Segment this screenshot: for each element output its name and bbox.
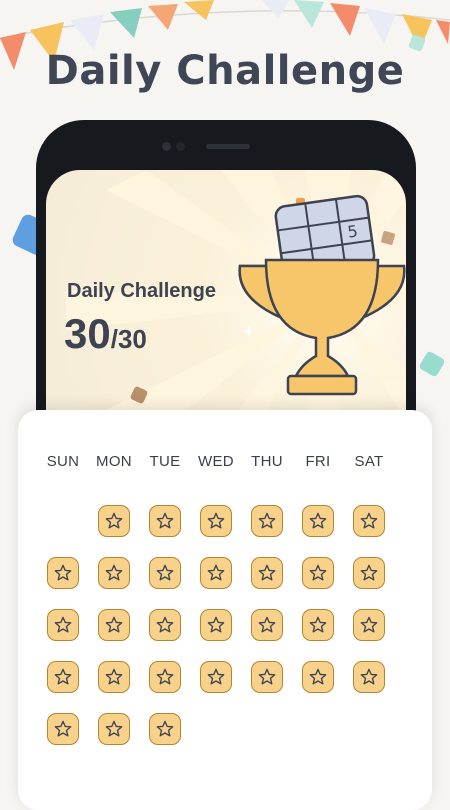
completed-day-star[interactable] xyxy=(200,557,232,589)
completed-day-star[interactable] xyxy=(149,609,181,641)
star-icon xyxy=(156,616,174,633)
star-icon xyxy=(105,512,123,529)
calendar-card: SUN MON TUE WED THU FRI SAT xyxy=(18,410,432,810)
completed-day-star[interactable] xyxy=(251,609,283,641)
star-icon xyxy=(156,512,174,529)
completed-day-star[interactable] xyxy=(302,505,334,537)
star-icon xyxy=(105,616,123,633)
weekday-label: TUE xyxy=(149,453,181,470)
phone-screen: ✦ 5 Daily Challenge 30/30 xyxy=(46,170,406,450)
completed-day-star[interactable] xyxy=(251,505,283,537)
star-icon xyxy=(360,564,378,581)
completed-day-star[interactable] xyxy=(98,661,130,693)
star-icon xyxy=(105,564,123,581)
score-total: /30 xyxy=(110,324,147,354)
star-icon xyxy=(207,668,225,685)
star-icon xyxy=(258,616,276,633)
completed-day-star[interactable] xyxy=(353,661,385,693)
completed-day-star[interactable] xyxy=(149,713,181,745)
star-icon xyxy=(360,668,378,685)
challenge-score: 30/30 xyxy=(64,310,147,358)
page-headline: Daily Challenge xyxy=(45,48,405,94)
star-icon xyxy=(54,616,72,633)
star-icon xyxy=(156,720,174,737)
phone-mockup: ✦ 5 Daily Challenge 30/30 xyxy=(36,120,416,450)
weekday-label: MON xyxy=(96,453,132,470)
completed-day-star[interactable] xyxy=(353,609,385,641)
completed-day-star[interactable] xyxy=(98,609,130,641)
completed-day-star[interactable] xyxy=(149,661,181,693)
weekday-label: WED xyxy=(198,453,234,470)
completed-day-star[interactable] xyxy=(302,661,334,693)
star-icon xyxy=(105,668,123,685)
completed-day-star[interactable] xyxy=(149,557,181,589)
weekday-label: SAT xyxy=(354,453,384,470)
star-icon xyxy=(207,564,225,581)
weekday-label: THU xyxy=(251,453,283,470)
completed-day-star[interactable] xyxy=(251,557,283,589)
star-icon xyxy=(258,512,276,529)
star-icon xyxy=(309,564,327,581)
score-completed: 30 xyxy=(64,310,111,357)
star-icon xyxy=(105,720,123,737)
completed-day-star[interactable] xyxy=(200,505,232,537)
completed-day-star[interactable] xyxy=(200,609,232,641)
star-icon xyxy=(156,668,174,685)
completed-day-star[interactable] xyxy=(302,609,334,641)
completed-day-star[interactable] xyxy=(353,505,385,537)
star-icon xyxy=(156,564,174,581)
star-icon xyxy=(207,512,225,529)
star-icon xyxy=(360,512,378,529)
completed-day-star[interactable] xyxy=(149,505,181,537)
camera-icon xyxy=(162,142,171,151)
star-icon xyxy=(309,668,327,685)
teal-diamond-decoration xyxy=(418,350,446,378)
screen-title: Daily Challenge xyxy=(67,280,216,302)
completed-day-star[interactable] xyxy=(200,661,232,693)
completed-day-star[interactable] xyxy=(47,609,79,641)
weekday-label: SUN xyxy=(46,453,80,470)
star-icon xyxy=(360,616,378,633)
sensor-icon xyxy=(176,142,185,151)
star-icon xyxy=(54,668,72,685)
star-icon xyxy=(54,564,72,581)
speaker-grille xyxy=(206,144,250,149)
star-icon xyxy=(309,616,327,633)
star-icon xyxy=(258,564,276,581)
completed-day-star[interactable] xyxy=(353,557,385,589)
weekday-label: FRI xyxy=(305,453,331,470)
completed-day-star[interactable] xyxy=(47,713,79,745)
completed-day-star[interactable] xyxy=(251,661,283,693)
star-icon xyxy=(207,616,225,633)
completed-day-star[interactable] xyxy=(98,713,130,745)
trophy-icon: 5 xyxy=(238,194,406,396)
completed-day-star[interactable] xyxy=(302,557,334,589)
star-icon xyxy=(54,720,72,737)
completed-day-star[interactable] xyxy=(47,557,79,589)
completed-day-star[interactable] xyxy=(98,557,130,589)
completed-day-star[interactable] xyxy=(47,661,79,693)
completed-day-star[interactable] xyxy=(98,505,130,537)
star-icon xyxy=(258,668,276,685)
star-icon xyxy=(309,512,327,529)
